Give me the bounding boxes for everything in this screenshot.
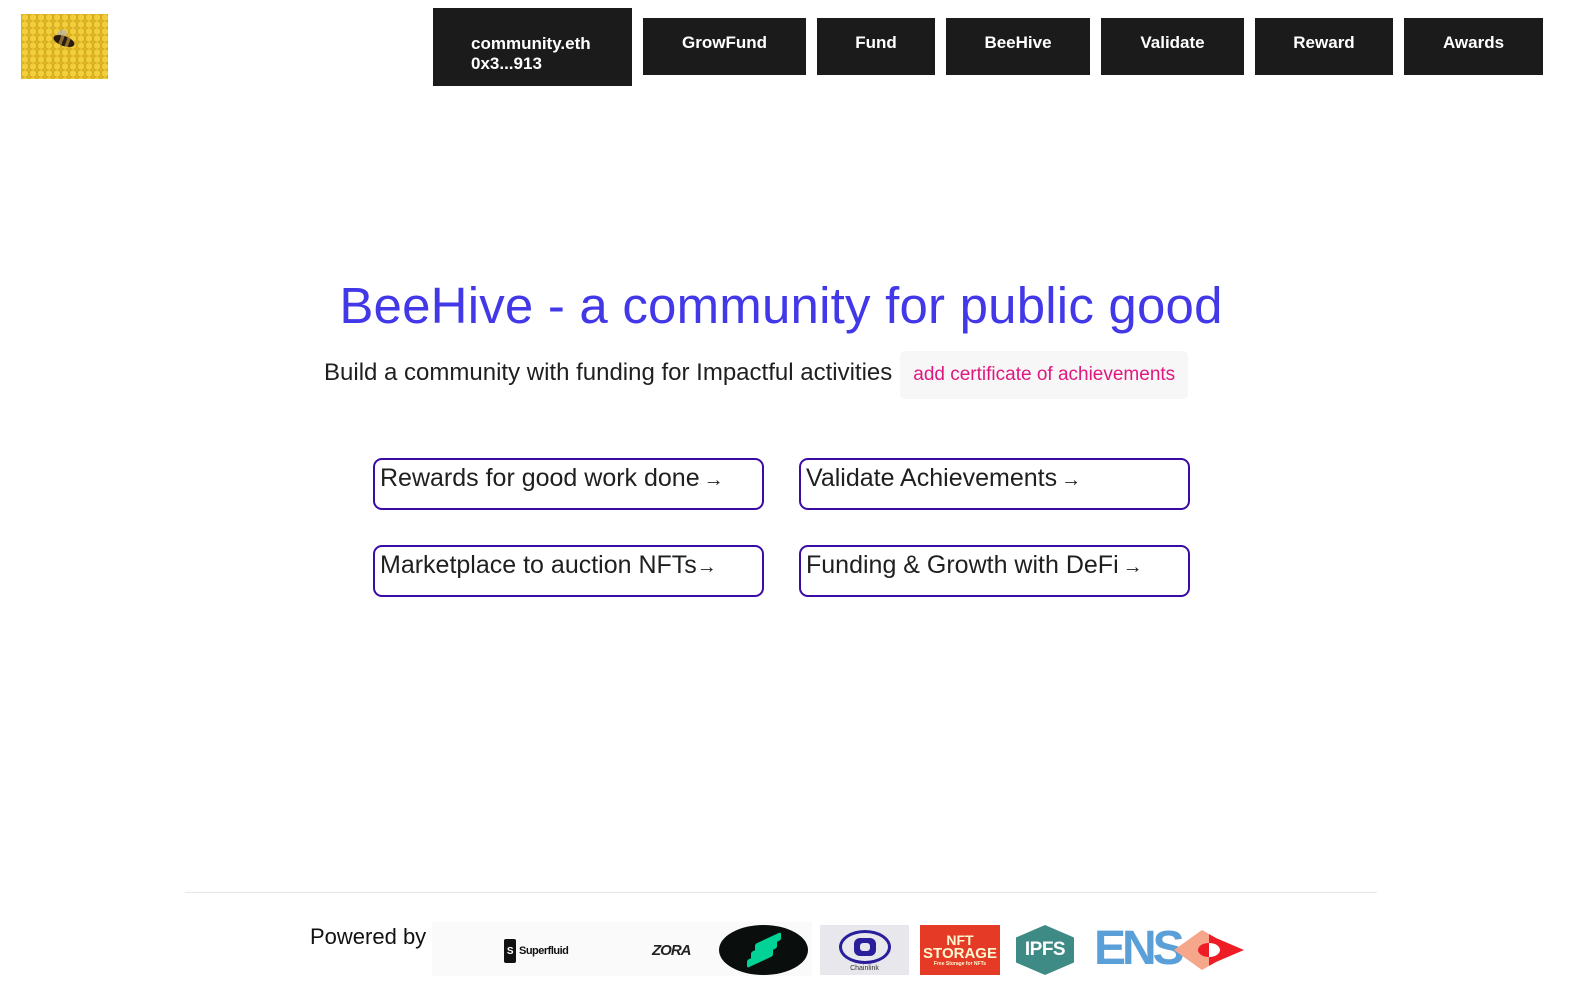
card-label: Marketplace to auction NFTs (380, 551, 697, 579)
page-title: BeeHive - a community for public good (0, 276, 1562, 335)
compound-logo[interactable] (719, 925, 808, 975)
validate-card-button[interactable]: Validate Achievements→ (799, 458, 1190, 510)
arrow-right-icon: → (1061, 469, 1081, 491)
ens-wordmark: ENS (1094, 923, 1181, 975)
nft-storage-logo[interactable]: NFT STORAGE Free Storage for NFTs (920, 925, 1000, 975)
nav-growfund-button[interactable]: GrowFund (643, 18, 806, 75)
wallet-address: 0x3...913 (471, 54, 542, 74)
arrow-right-icon: → (704, 469, 724, 491)
ipfs-logo[interactable]: IPFS (1015, 925, 1075, 975)
nav-beehive-button[interactable]: BeeHive (946, 18, 1090, 75)
superfluid-wordmark: Superfluid (519, 945, 568, 957)
arrow-right-icon: → (1123, 556, 1143, 578)
beehive-logo[interactable] (21, 14, 108, 79)
nav-validate-button[interactable]: Validate (1101, 18, 1244, 75)
zora-logo[interactable]: ZORA (652, 940, 691, 960)
nav-label: BeeHive (984, 33, 1051, 53)
nav-label: Fund (855, 33, 897, 53)
subtitle-row: Build a community with funding for Impac… (324, 351, 1188, 399)
nav-label: GrowFund (682, 33, 767, 53)
diamond-center-icon (1198, 943, 1220, 957)
powered-by-label: Powered by (310, 924, 426, 950)
nav-label: Awards (1443, 33, 1504, 53)
marketplace-card-button[interactable]: Marketplace to auction NFTs→ (373, 545, 764, 597)
diamond-logo[interactable] (1174, 930, 1244, 970)
superfluid-mark-icon: S (504, 939, 516, 963)
nav-label: Reward (1293, 33, 1354, 53)
footer-divider (185, 892, 1377, 893)
ipfs-cube-icon: IPFS (1016, 925, 1074, 975)
nft-storage-tagline: Free Storage for NFTs (934, 961, 986, 968)
chainlink-wordmark: Chainlink (850, 965, 879, 972)
funding-card-button[interactable]: Funding & Growth with DeFi→ (799, 545, 1190, 597)
nav-reward-button[interactable]: Reward (1255, 18, 1393, 75)
ipfs-wordmark: IPFS (1025, 939, 1065, 961)
chainlink-logo[interactable]: Chainlink (820, 925, 909, 975)
nav-label: Validate (1140, 33, 1204, 53)
card-label: Funding & Growth with DeFi (806, 551, 1119, 579)
arrow-right-icon: → (697, 556, 717, 578)
wallet-ens-name: community.eth (471, 34, 591, 54)
chainlink-hexagon-icon (839, 930, 891, 964)
card-label: Rewards for good work done (380, 464, 700, 492)
superfluid-logo[interactable]: S Superfluid (504, 938, 568, 964)
zora-wordmark: ZORA (652, 942, 691, 959)
card-label: Validate Achievements (806, 464, 1057, 492)
add-certificate-link[interactable]: add certificate of achievements (900, 351, 1188, 399)
rewards-card-button[interactable]: Rewards for good work done→ (373, 458, 764, 510)
page-subtitle: Build a community with funding for Impac… (324, 359, 892, 387)
ens-logo[interactable]: ENS (1094, 923, 1181, 975)
nav-awards-button[interactable]: Awards (1404, 18, 1543, 75)
wallet-button[interactable]: community.eth 0x3...913 (433, 8, 632, 86)
bee-icon (52, 33, 76, 50)
nft-storage-subtitle: STORAGE (923, 947, 997, 961)
nav-fund-button[interactable]: Fund (817, 18, 935, 75)
compound-bars-icon (747, 935, 781, 965)
